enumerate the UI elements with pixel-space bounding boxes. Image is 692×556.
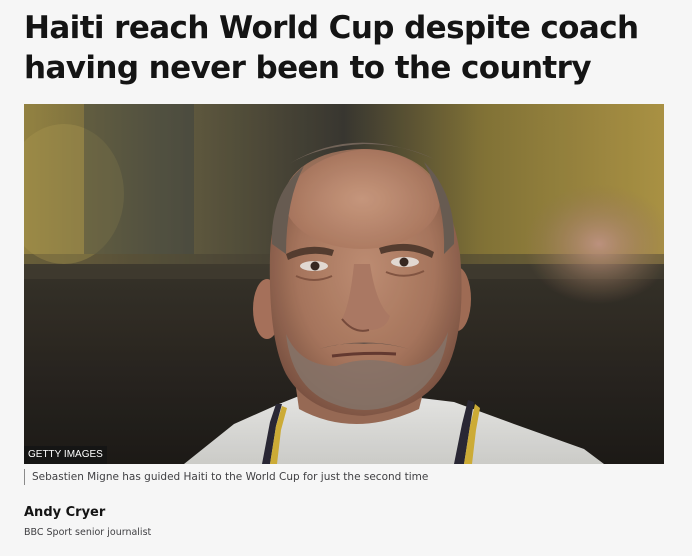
image-caption: Sebastien Migne has guided Haiti to the … (24, 469, 428, 485)
byline-author-role: BBC Sport senior journalist (24, 527, 152, 538)
article-headline: Haiti reach World Cup despite coach havi… (24, 10, 639, 86)
byline-author-name[interactable]: Andy Cryer (24, 505, 105, 521)
photo-illustration (24, 104, 664, 464)
article-hero-image: GETTY IMAGES (24, 104, 664, 464)
image-credit-label: GETTY IMAGES (24, 446, 107, 464)
